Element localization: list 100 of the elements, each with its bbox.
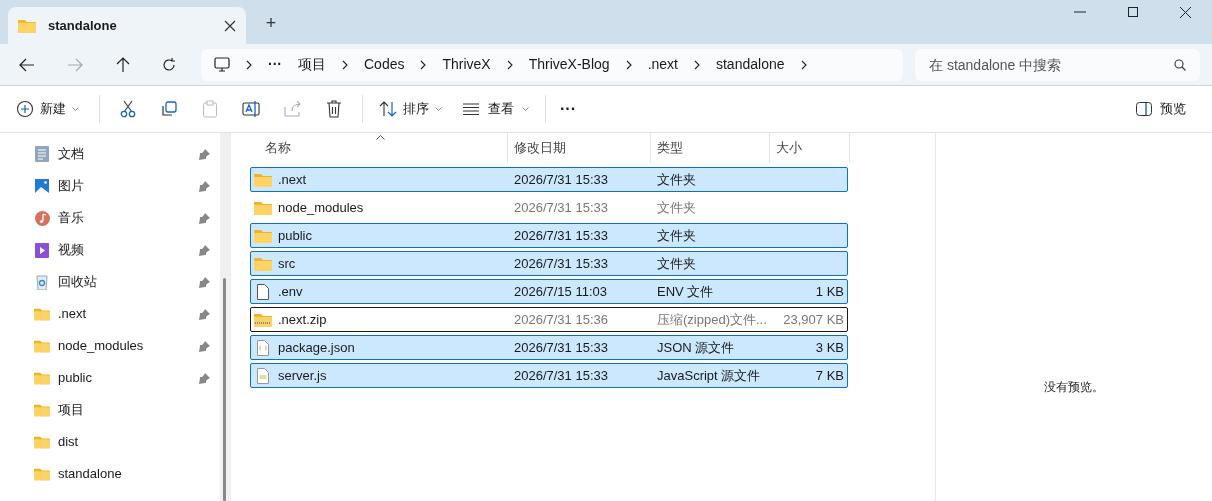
copy-icon[interactable] — [160, 100, 178, 118]
pin-icon[interactable] — [199, 148, 210, 160]
pin-icon[interactable] — [199, 308, 210, 320]
date-cell: 2026/7/31 15:33 — [514, 339, 608, 355]
more-button[interactable]: ··· — [550, 97, 586, 121]
size-cell: 7 KB — [815, 367, 844, 383]
breadcrumb-item[interactable]: standalone — [716, 54, 785, 75]
type-cell: ENV 文件 — [657, 283, 714, 299]
size-cell: 23,907 KB — [783, 311, 844, 327]
sidebar-item[interactable]: 项目 — [0, 394, 220, 426]
sidebar-item[interactable]: dist — [0, 426, 220, 458]
music-icon — [34, 210, 50, 226]
chevron-icon[interactable] — [420, 59, 427, 70]
breadcrumb-item[interactable]: ThriveX — [442, 54, 491, 75]
preview-message: 没有预览。 — [1044, 379, 1104, 396]
column-header[interactable]: 大小 — [776, 138, 802, 158]
caret-icon — [435, 107, 442, 111]
close-icon[interactable] — [1180, 7, 1191, 18]
type-cell: 文件夹 — [657, 199, 696, 215]
type-cell: JSON 源文件 — [657, 339, 735, 355]
file-row[interactable]: .next.zip 2026/7/31 15:36 压缩(zipped)文件... 23,907 KB — [250, 307, 848, 332]
tab-title: standalone — [48, 16, 118, 35]
overflow-button[interactable]: ··· — [268, 54, 282, 75]
folder-icon — [34, 435, 50, 449]
caret-icon — [522, 107, 529, 111]
video-icon — [35, 242, 49, 258]
file-icon — [257, 283, 269, 300]
preview-button[interactable]: 预览 — [1136, 99, 1186, 119]
folder-icon — [254, 200, 272, 215]
chevron-icon[interactable] — [694, 59, 700, 70]
chevron-icon[interactable] — [506, 59, 513, 70]
address-bar[interactable]: ··· 项目 Codes ThriveX ThriveX-Blog .next standalone — [201, 48, 903, 81]
close-icon[interactable] — [224, 19, 236, 32]
file-row[interactable]: node_modules 2026/7/31 15:33 文件夹 — [250, 195, 848, 220]
tab[interactable]: standalone — [8, 7, 246, 44]
folder-icon — [18, 18, 36, 33]
scrollbar[interactable] — [223, 278, 226, 501]
chevron-icon[interactable] — [246, 59, 252, 70]
folder-icon — [254, 256, 272, 271]
pin-icon[interactable] — [199, 372, 210, 384]
pin-icon[interactable] — [199, 212, 210, 224]
sidebar-item[interactable]: 音乐 — [0, 202, 220, 234]
file-name: src — [278, 254, 296, 273]
file-row[interactable]: server.js 2026/7/31 15:33 JavaScript 源文件 7 KB — [250, 363, 848, 388]
view-button[interactable]: 查看 — [450, 99, 541, 119]
search-icon[interactable] — [1174, 58, 1186, 71]
cut-icon[interactable] — [120, 100, 136, 118]
caret-icon — [72, 107, 79, 111]
file-row[interactable]: .next 2026/7/31 15:33 文件夹 — [250, 167, 848, 192]
breadcrumb-item[interactable]: ThriveX-Blog — [528, 54, 610, 75]
file-row[interactable]: package.json 2026/7/31 15:33 JSON 源文件 3 KB — [250, 335, 848, 360]
sort-button[interactable]: 排序 — [371, 99, 450, 119]
file-name: node_modules — [278, 198, 364, 217]
search-field[interactable]: 在 standalone 中搜索 — [915, 48, 1200, 81]
maximize-icon[interactable] — [1128, 7, 1138, 17]
type-cell: 文件夹 — [657, 171, 696, 187]
date-cell: 2026/7/31 15:33 — [514, 255, 608, 271]
size-cell: 1 KB — [815, 283, 844, 299]
sidebar-item[interactable]: 文档 — [0, 138, 220, 170]
back-icon[interactable] — [19, 57, 35, 72]
sidebar-item[interactable]: 回收站 — [0, 266, 220, 298]
recycle-bin-icon — [36, 274, 48, 290]
column-header[interactable]: 类型 — [657, 138, 683, 158]
file-row[interactable]: public 2026/7/31 15:33 文件夹 — [250, 223, 848, 248]
sidebar-item[interactable]: 视频 — [0, 234, 220, 266]
breadcrumb-item[interactable]: Codes — [364, 54, 405, 75]
sort-up-icon — [376, 135, 385, 140]
file-name: server.js — [278, 366, 327, 385]
file-name: .next — [278, 170, 307, 189]
date-cell: 2026/7/31 15:33 — [514, 199, 608, 215]
column-header[interactable]: 名称 — [265, 138, 291, 158]
sidebar-item[interactable]: public — [0, 362, 220, 394]
type-cell: 压缩(zipped)文件... — [657, 311, 767, 327]
delete-icon[interactable] — [326, 100, 342, 118]
pin-icon[interactable] — [199, 180, 210, 192]
chevron-icon[interactable] — [342, 59, 348, 70]
pin-icon[interactable] — [199, 276, 210, 288]
folder-icon — [34, 371, 50, 385]
refresh-icon[interactable] — [162, 57, 176, 72]
chevron-icon[interactable] — [800, 59, 807, 70]
json-file-icon — [257, 339, 269, 356]
up-icon[interactable] — [115, 56, 130, 73]
file-name: public — [278, 226, 312, 245]
file-row[interactable]: src 2026/7/31 15:33 文件夹 — [250, 251, 848, 276]
breadcrumb-item[interactable]: .next — [647, 54, 678, 75]
sidebar-item[interactable]: standalone — [0, 458, 220, 490]
new-button[interactable]: 新建 — [16, 99, 91, 119]
type-cell: 文件夹 — [657, 227, 696, 243]
new-tab-button[interactable]: + — [258, 10, 284, 36]
sidebar-item[interactable]: node_modules — [0, 330, 220, 362]
pin-icon[interactable] — [199, 244, 210, 256]
file-row[interactable]: .env 2026/7/15 11:03 ENV 文件 1 KB — [250, 279, 848, 304]
sidebar-item[interactable]: .next — [0, 298, 220, 330]
breadcrumb-item[interactable]: 项目 — [298, 54, 326, 75]
plus-circle-icon — [16, 100, 34, 118]
sidebar-item[interactable]: 图片 — [0, 170, 220, 202]
chevron-icon[interactable] — [625, 59, 632, 70]
column-header[interactable]: 修改日期 — [514, 138, 566, 158]
pin-icon[interactable] — [199, 340, 210, 352]
rename-icon[interactable] — [242, 100, 260, 118]
